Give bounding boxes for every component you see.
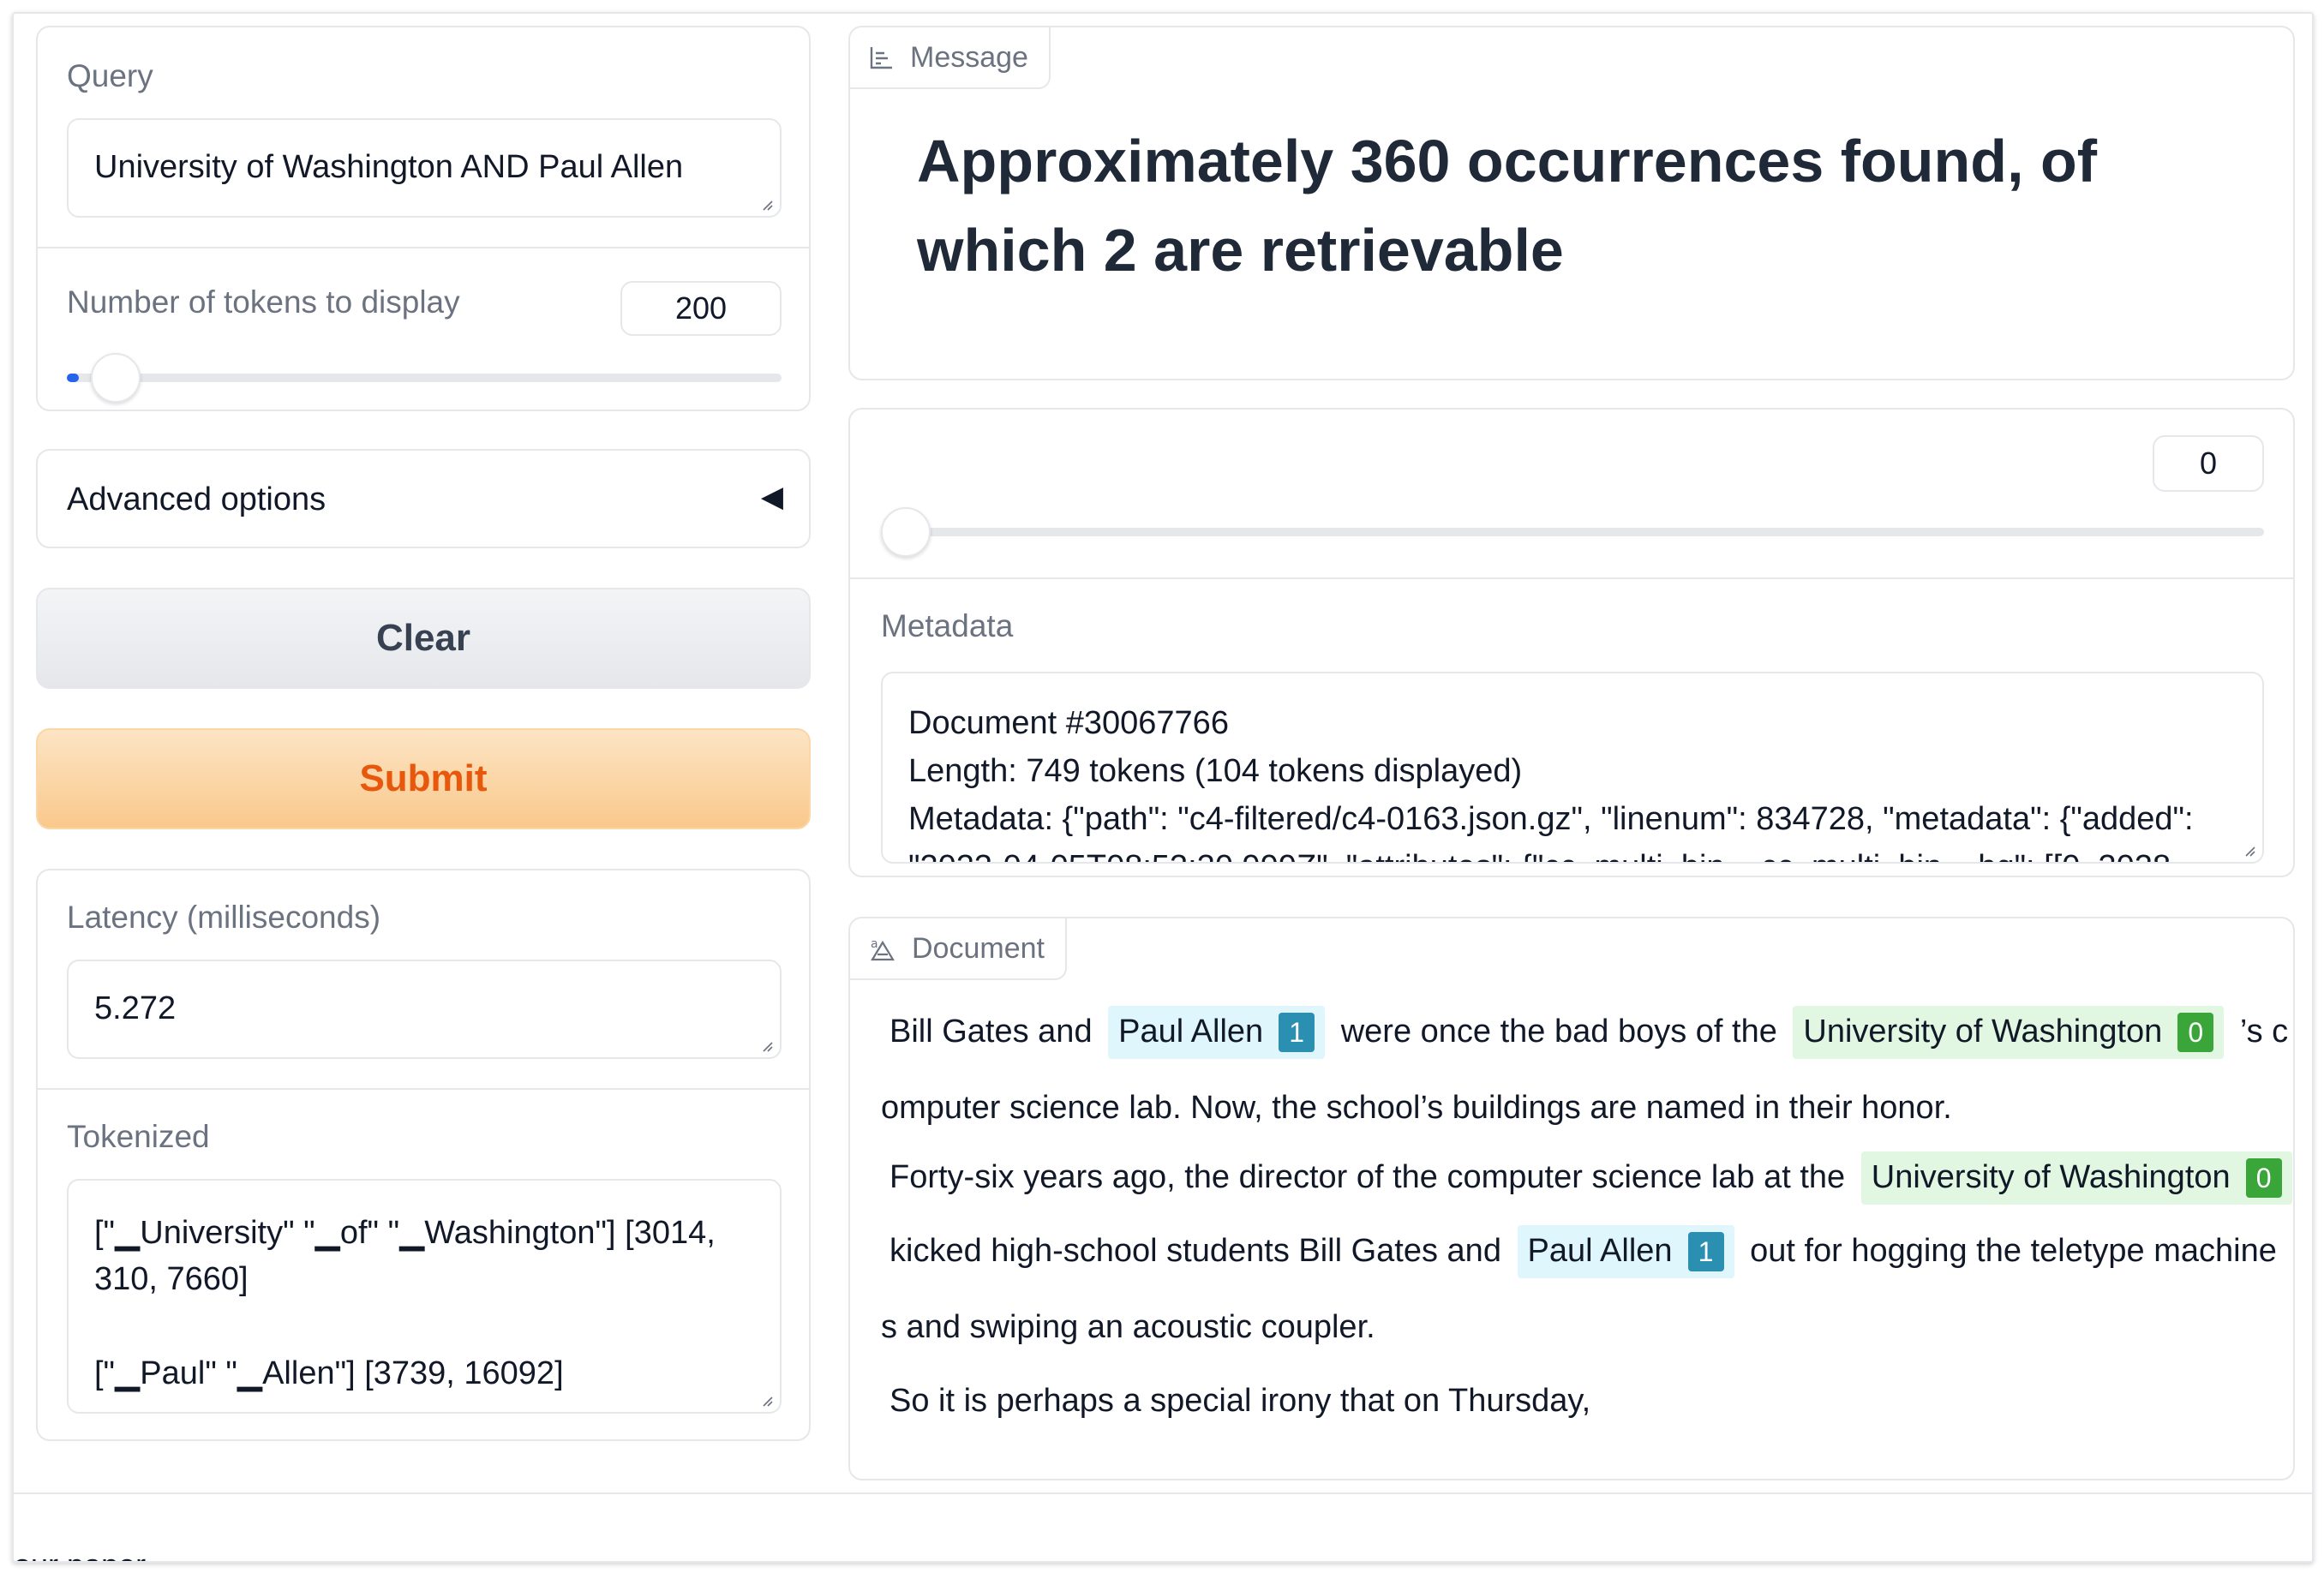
tokenized-output[interactable]: ["▁University" "▁of" "▁Washington"] [301…	[67, 1179, 782, 1414]
highlight-paul-allen[interactable]: Paul Allen 1	[1517, 1225, 1734, 1278]
tokenized-line-1: ["▁University" "▁of" "▁Washington"] [301…	[94, 1215, 716, 1251]
tokens-slider-fill	[67, 374, 79, 382]
doc-text: kicked high-school students Bill Gates a…	[889, 1233, 1501, 1269]
text-highlight-icon: a	[871, 937, 895, 961]
result-panel: 0 Metadata Document #30067766 Length: 74…	[848, 408, 2295, 877]
result-slider-track[interactable]	[881, 528, 2264, 536]
document-line-2: omputer science lab. Now, the school’s b…	[881, 1090, 1952, 1126]
latency-label: Latency (milliseconds)	[67, 900, 381, 935]
latency-value: 5.272	[94, 990, 177, 1026]
highlight-text: University of Washington	[1871, 1159, 2231, 1195]
highlight-university-of-washington[interactable]: University of Washington 0	[1793, 1006, 2225, 1059]
tokens-slider-thumb[interactable]	[91, 353, 141, 403]
highlight-badge: 1	[1279, 1013, 1315, 1052]
clear-button[interactable]: Clear	[36, 588, 811, 689]
document-line-4: kicked high-school students Bill Gates a…	[881, 1225, 2293, 1278]
tokenized-line-2: 310, 7660]	[94, 1261, 249, 1297]
tokens-number-input[interactable]: 200	[620, 281, 782, 336]
document-line-6: So it is perhaps a special irony that on…	[889, 1383, 1591, 1419]
doc-text: were once the bad boys of the	[1340, 1014, 1777, 1050]
metadata-line-2: Length: 749 tokens (104 tokens displayed…	[908, 753, 1523, 789]
resize-handle-icon[interactable]	[759, 1393, 773, 1407]
collapse-arrow-icon[interactable]: ◀	[761, 480, 783, 514]
document-tab-label: Document	[912, 931, 1045, 965]
doc-text: out for hogging the teletype machine	[1750, 1233, 2277, 1269]
document-tab: a Document	[850, 918, 1067, 980]
submit-button[interactable]: Submit	[36, 728, 811, 829]
tokenized-line-3: ["▁Paul" "▁Allen"] [3739, 16092]	[94, 1355, 564, 1391]
highlight-text: Paul Allen	[1527, 1233, 1673, 1269]
result-slider-thumb[interactable]	[881, 507, 931, 557]
metadata-output[interactable]: Document #30067766 Length: 749 tokens (1…	[881, 672, 2264, 864]
highlight-text: Paul Allen	[1118, 1014, 1264, 1050]
query-label: Query	[67, 58, 153, 93]
footer-divider	[14, 1492, 2312, 1494]
clear-button-label: Clear	[375, 617, 471, 659]
query-input-value: University of Washington AND Paul Allen	[94, 149, 684, 185]
metadata-line-1: Document #30067766	[908, 705, 1229, 741]
svg-text:a: a	[871, 937, 878, 951]
chart-bars-icon	[870, 47, 892, 69]
highlight-text: University of Washington	[1803, 1014, 2163, 1050]
highlight-badge: 1	[1687, 1232, 1724, 1271]
app-window: Query University of Washington AND Paul …	[12, 12, 2314, 1563]
doc-text: Forty-six years ago, the director of the…	[889, 1159, 1846, 1195]
doc-text: ’s c	[2239, 1014, 2289, 1050]
message-tab: Message	[850, 27, 1051, 89]
highlight-university-of-washington[interactable]: University of Washington 0	[1860, 1151, 2292, 1205]
advanced-options-accordion[interactable]: Advanced options ◀	[36, 449, 811, 548]
query-divider	[38, 247, 809, 248]
latency-divider	[38, 1088, 809, 1090]
metadata-line-3: Metadata: {"path": "c4-filtered/c4-0163.…	[908, 801, 2194, 837]
submit-button-label: Submit	[359, 757, 488, 799]
highlight-badge: 0	[2245, 1158, 2282, 1198]
highlight-badge: 0	[2177, 1013, 2214, 1052]
result-number-input[interactable]: 0	[2153, 435, 2264, 492]
metadata-label: Metadata	[881, 608, 1014, 643]
tokens-label: Number of tokens to display	[67, 284, 460, 320]
metadata-divider	[850, 577, 2293, 579]
resize-handle-icon[interactable]	[759, 197, 773, 211]
footer-text: our paper.	[14, 1547, 153, 1561]
document-panel: a Document Bill Gates and Paul Allen 1 we…	[848, 917, 2295, 1480]
latency-output[interactable]: 5.272	[67, 960, 782, 1059]
tokenized-label: Tokenized	[67, 1119, 210, 1154]
document-line-5: s and swiping an acoustic coupler.	[881, 1309, 1375, 1345]
query-panel: Query University of Washington AND Paul …	[36, 26, 811, 411]
resize-handle-icon[interactable]	[759, 1038, 773, 1052]
doc-text: Bill Gates and	[889, 1014, 1093, 1050]
message-panel: Message Approximately 360 occurrences fo…	[848, 26, 2295, 380]
message-text: Approximately 360 occurrences found, of …	[917, 128, 2098, 284]
tokens-number-value: 200	[674, 290, 728, 326]
document-line-3: Forty-six years ago, the director of the…	[881, 1151, 2293, 1205]
query-input[interactable]: University of Washington AND Paul Allen	[67, 118, 782, 218]
highlight-paul-allen[interactable]: Paul Allen 1	[1108, 1006, 1326, 1059]
result-number-value: 0	[2199, 446, 2218, 481]
advanced-options-label: Advanced options	[67, 481, 326, 517]
message-tab-label: Message	[910, 40, 1028, 74]
document-line-1: Bill Gates and Paul Allen 1 were once the…	[881, 1006, 2293, 1059]
latency-panel: Latency (milliseconds) 5.272 Tokenized […	[36, 869, 811, 1441]
resize-handle-icon[interactable]	[2242, 843, 2255, 857]
tokens-slider-track[interactable]	[67, 374, 782, 382]
metadata-line-4: "2023-04-05T08:53:30.999Z", "attributes"…	[908, 843, 2237, 862]
